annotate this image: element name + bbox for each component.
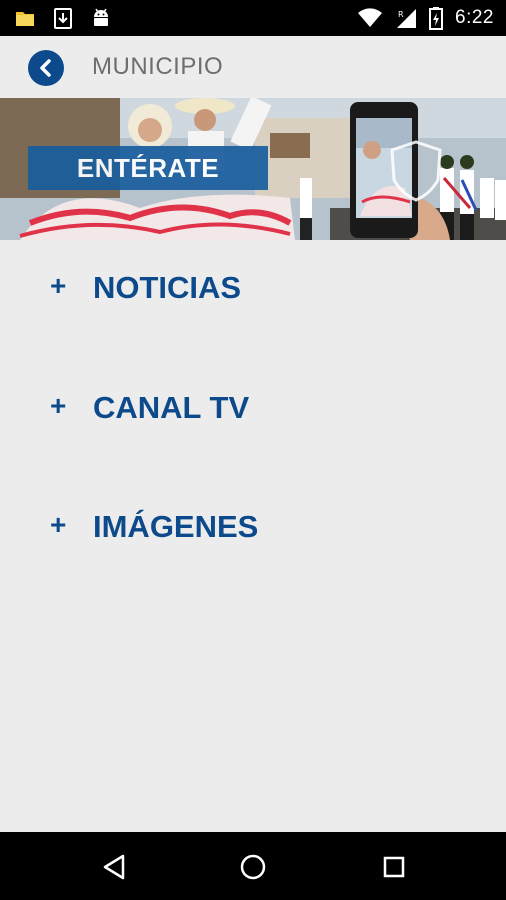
recents-square-icon [383, 856, 405, 878]
chevron-left-icon [40, 59, 51, 77]
signal-icon: R [397, 9, 417, 28]
folder-icon [16, 12, 34, 26]
android-icon [94, 8, 108, 26]
system-nav-bar [0, 832, 506, 900]
menu-item-label: IMÁGENES [93, 509, 259, 544]
banner-label-text: ENTÉRATE [76, 152, 220, 183]
nav-recents-button[interactable] [377, 850, 411, 884]
app-bar: MUNICIPIO [0, 36, 506, 98]
expand-plus-icon: + [50, 509, 67, 540]
svg-text:R: R [398, 10, 404, 19]
nav-home-button[interactable] [236, 850, 270, 884]
home-circle-icon [240, 854, 266, 880]
menu-item-imagenes[interactable]: + IMÁGENES [0, 511, 506, 591]
banner-label: ENTÉRATE [28, 146, 268, 190]
status-bar: R 6:22 [0, 0, 506, 36]
expand-plus-icon: + [50, 270, 67, 301]
system-status: R 6:22 [357, 0, 494, 36]
menu-item-noticias[interactable]: + NOTICIAS [0, 272, 506, 352]
menu-item-label: CANAL TV [93, 390, 250, 425]
wifi-icon [358, 8, 383, 27]
back-triangle-icon [103, 854, 125, 880]
enterate-banner[interactable]: ENTÉRATE [0, 98, 506, 240]
battery-icon [429, 7, 444, 30]
expand-plus-icon: + [50, 390, 67, 421]
menu-item-label: NOTICIAS [93, 270, 242, 305]
menu-item-canal-tv[interactable]: + CANAL TV [0, 392, 506, 472]
page-title: MUNICIPIO [92, 53, 224, 80]
download-icon [54, 8, 72, 29]
clock: 6:22 [455, 7, 494, 28]
nav-back-button[interactable] [97, 850, 131, 884]
back-button[interactable] [28, 50, 64, 86]
notification-icons [14, 6, 112, 30]
